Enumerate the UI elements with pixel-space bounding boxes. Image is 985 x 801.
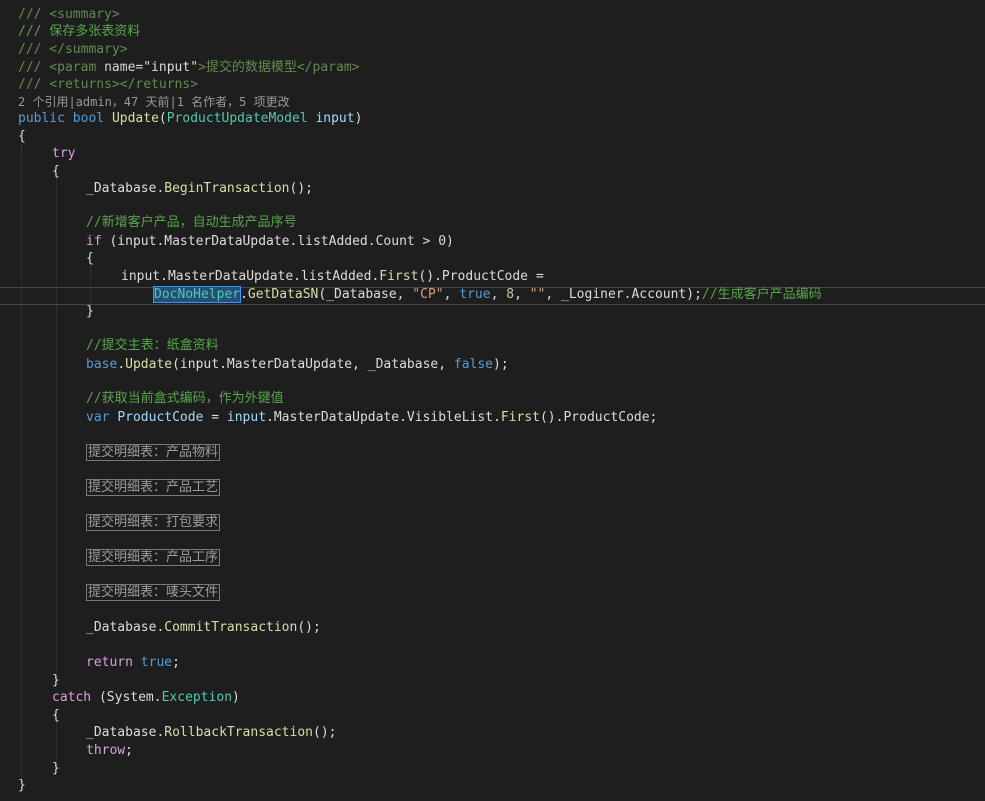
codelens-info[interactable]: 2 个引用|admin，47 天前|1 名作者，5 项更改	[18, 93, 290, 111]
code-line: _Database.CommitTransaction();	[86, 620, 321, 635]
code-line: {	[86, 251, 94, 266]
doc-summary-close: /// </summary>	[18, 42, 128, 57]
collapsed-region[interactable]: 提交明细表：打包要求	[86, 514, 221, 532]
doc-summary-open: /// <summary>	[18, 7, 120, 22]
doc-param-rest: >提交的数据模型</param>	[198, 60, 360, 75]
get-data-sn[interactable]: GetDataSN	[248, 287, 318, 302]
commit-transaction[interactable]: CommitTransaction	[164, 620, 297, 635]
comment-main: //提交主表：纸盒资料	[86, 338, 219, 353]
doc-param-prefix: /// <param	[18, 60, 105, 75]
rollback-transaction[interactable]: RollbackTransaction	[164, 725, 313, 740]
code-line: {	[52, 708, 60, 723]
exception-type[interactable]: Exception	[162, 690, 232, 705]
codelens-text[interactable]: 2 个引用|admin，47 天前|1 名作者，5 项更改	[18, 95, 290, 109]
code-line: {	[52, 164, 60, 179]
code-line: }	[52, 761, 60, 776]
kw-catch: catch	[52, 690, 92, 705]
param-type[interactable]: ProductUpdateModel	[167, 111, 308, 126]
collapsed-region[interactable]: 提交明细表：产品工序	[86, 549, 221, 567]
comment-fk: //获取当前盒式编码，作为外键值	[86, 391, 284, 406]
code-line: var ProductCode = input.MasterDataUpdate…	[86, 410, 658, 425]
code-line: }	[18, 778, 26, 793]
collapsed-region-label[interactable]: 提交明细表：打包要求	[86, 514, 221, 531]
code-line: //提交主表：纸盒资料	[86, 337, 219, 355]
code-line: if (input.MasterDataUpdate.listAdded.Cou…	[86, 234, 454, 249]
indent-guide	[21, 144, 22, 784]
code-line: _Database.BeginTransaction();	[86, 181, 313, 196]
collapsed-region-label[interactable]: 提交明细表：唛头文件	[86, 584, 221, 601]
code-line: {	[18, 129, 26, 144]
base-update[interactable]: Update	[125, 357, 172, 372]
doc-comment-line: /// <param name="input">提交的数据模型</param>	[18, 59, 359, 77]
code-line: base.Update(input.MasterDataUpdate, _Dat…	[86, 357, 509, 372]
doc-comment-line: /// </summary>	[18, 41, 128, 59]
code-line: //获取当前盒式编码，作为外键值	[86, 390, 284, 408]
method-name[interactable]: Update	[112, 111, 159, 126]
indent-guide	[56, 178, 57, 684]
kw-if: if	[86, 234, 102, 249]
code-editor[interactable]: /// <summary> /// 保存多张表资料 /// </summary>…	[0, 0, 985, 801]
kw-public: public	[18, 111, 65, 126]
code-line: //新增客户产品，自动生成产品序号	[86, 214, 297, 232]
selected-identifier[interactable]: DocNoHelper	[152, 286, 242, 303]
doc-param-value: "input"	[143, 60, 199, 75]
comment-add: //新增客户产品，自动生成产品序号	[86, 215, 297, 230]
code-line: catch (System.Exception)	[52, 690, 240, 705]
kw-try: try	[52, 146, 76, 161]
collapsed-region[interactable]: 提交明细表：产品物料	[86, 444, 221, 462]
doc-returns: /// <returns></returns>	[18, 77, 199, 92]
begin-transaction[interactable]: BeginTransaction	[164, 181, 289, 196]
doc-comment-line: /// 保存多张表资料	[18, 23, 140, 41]
doc-comment-line: /// <returns></returns>	[18, 76, 198, 94]
code-line: input.MasterDataUpdate.listAdded.First()…	[121, 269, 544, 284]
doc-summary-text: /// 保存多张表资料	[18, 24, 141, 39]
code-line: throw;	[86, 743, 133, 758]
kw-bool: bool	[72, 111, 105, 126]
collapsed-region-label[interactable]: 提交明细表：产品物料	[86, 444, 221, 461]
code-line: return true;	[86, 655, 180, 670]
doc-comment-line: /// <summary>	[18, 6, 120, 24]
collapsed-region[interactable]: 提交明细表：唛头文件	[86, 584, 221, 602]
code-line-current: DocNoHelper.GetDataSN(_Database, "CP", t…	[152, 286, 822, 303]
code-line: try	[52, 145, 75, 163]
code-line: _Database.RollbackTransaction();	[86, 725, 337, 740]
comment-sn: //生成客户产品编码	[701, 287, 822, 302]
collapsed-region[interactable]: 提交明细表：产品工艺	[86, 479, 221, 497]
method-signature: public bool Update(ProductUpdateModel in…	[18, 111, 363, 126]
code-line: }	[86, 304, 94, 319]
doc-param-attr: name=	[104, 60, 144, 75]
code-line: }	[52, 673, 60, 688]
param-name: input	[315, 111, 355, 126]
collapsed-region-label[interactable]: 提交明细表：产品工艺	[86, 479, 221, 496]
collapsed-region-label[interactable]: 提交明细表：产品工序	[86, 549, 221, 566]
